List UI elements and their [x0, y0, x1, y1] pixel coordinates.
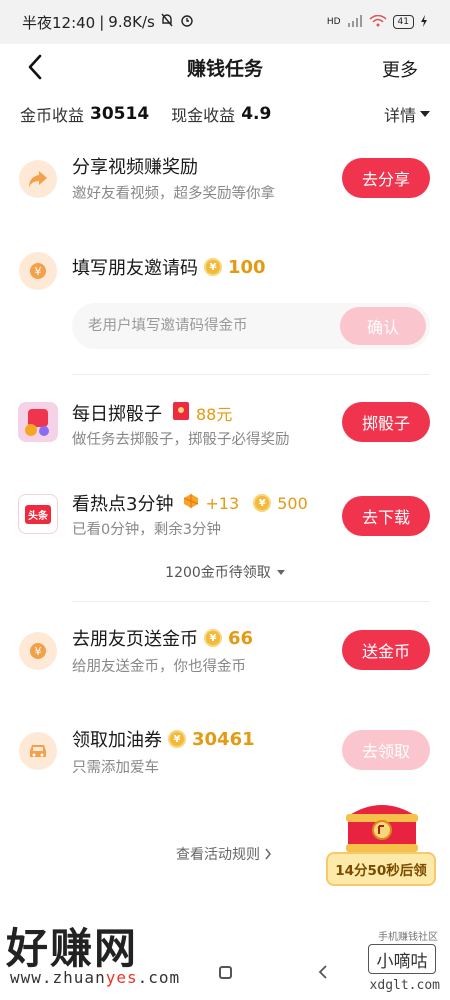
task-title: 领取加油券	[72, 730, 162, 751]
pending-coins-toggle[interactable]: 1200金币待领取	[0, 562, 450, 582]
cash-earnings-label: 现金收益	[171, 106, 236, 125]
watermark-right-url: xdglt.com	[369, 978, 440, 993]
task-dice: 每日掷骰子 88元 做任务去掷骰子，掷骰子必得奖励 掷骰子	[0, 398, 450, 458]
activity-rules-link[interactable]: 查看活动规则	[176, 844, 272, 864]
chevron-left-icon	[318, 965, 327, 979]
toutiao-icon-text: 头条	[25, 504, 51, 524]
send-coins-button[interactable]: 送金币	[342, 630, 430, 670]
bonus-amount: +13	[205, 493, 240, 513]
watermark-logo: 好赚网	[6, 924, 139, 973]
task-title: 填写朋友邀请码	[72, 258, 198, 279]
task-invite-code: ¥ 填写朋友邀请码 ¥ 100 确认	[0, 250, 450, 360]
task-fuel-coupon: 领取加油券 ¥ 30461 只需添加爱车 去领取	[0, 722, 450, 782]
watermark-url-part: .com	[137, 968, 181, 987]
pending-coins-label: 1200金币待领取	[165, 565, 271, 581]
divider	[72, 374, 430, 375]
system-back-button[interactable]	[318, 964, 328, 983]
coin-earnings-label: 金币收益	[20, 106, 85, 125]
status-bar: 半夜12:40 | 9.8K/s HD 41	[0, 0, 450, 44]
caret-down-icon	[276, 569, 285, 575]
confirm-button[interactable]: 确认	[340, 307, 426, 345]
task-subtitle: 已看0分钟，剩余3分钟	[72, 522, 221, 538]
nav-bar: 赚钱任务 更多	[0, 44, 450, 90]
task-subtitle: 做任务去掷骰子，掷骰子必得奖励	[72, 432, 290, 448]
bell-off-icon	[159, 12, 175, 32]
roll-dice-button[interactable]: 掷骰子	[342, 402, 430, 442]
task-title-row: 领取加油券 ¥ 30461	[72, 726, 255, 752]
task-title: 每日掷骰子	[72, 404, 162, 425]
watermark-url-part: www.zhuan	[10, 968, 106, 987]
watermark-url: www.zhuanyes.com	[10, 968, 180, 987]
details-dropdown[interactable]: 详情	[384, 102, 430, 126]
toutiao-app-icon: 头条	[18, 494, 58, 534]
details-label: 详情	[383, 106, 416, 125]
share-button[interactable]: 去分享	[342, 158, 430, 198]
network-label: HD	[326, 17, 341, 27]
home-button[interactable]	[219, 966, 232, 979]
chevron-right-icon	[265, 848, 271, 860]
treasure-chest-icon[interactable]	[332, 792, 432, 856]
task-share-video: 分享视频赚奖励 邀好友看视频，超多奖励等你拿 去分享	[0, 150, 450, 210]
task-subtitle: 只需添加爱车	[72, 760, 159, 776]
reward-amount: 100	[228, 256, 266, 278]
alarm-icon	[179, 12, 195, 32]
reward-amount: 88元	[196, 405, 233, 424]
battery-indicator: 41	[392, 15, 414, 29]
claim-coupon-button[interactable]: 去领取	[342, 730, 430, 770]
invite-code-box: 确认	[72, 303, 430, 349]
signal-icon	[347, 14, 363, 30]
chest-countdown: 14分50秒后领	[326, 852, 436, 886]
activity-rules-label: 查看活动规则	[176, 847, 260, 863]
coin-icon: ¥	[204, 258, 222, 276]
earnings-summary: 金币收益 30514 现金收益 4.9 详情	[20, 100, 430, 128]
status-speed: 9.8K/s	[108, 13, 155, 31]
gift-box-icon	[183, 493, 199, 514]
task-title-row: 看热点3分钟 +13 ¥ 500	[72, 490, 308, 516]
watermark-right-logo: 小嘀咕	[368, 944, 436, 974]
reward-amount: 500	[277, 493, 308, 513]
task-title: 去朋友页送金币	[72, 629, 198, 650]
status-separator: |	[99, 13, 105, 31]
dice-gift-icon	[18, 402, 58, 442]
back-button[interactable]	[20, 52, 50, 82]
task-title-row: 每日掷骰子 88元	[72, 400, 232, 426]
coin-icon: ¥	[253, 494, 272, 512]
coin-icon: ¥	[168, 730, 186, 748]
task-subtitle: 给朋友送金币，你也得金币	[72, 659, 246, 675]
caret-down-icon	[420, 111, 430, 117]
download-button[interactable]: 去下载	[342, 496, 430, 536]
share-icon	[19, 160, 57, 198]
car-icon	[19, 732, 57, 770]
task-title-row: 去朋友页送金币 ¥ 66	[72, 625, 253, 651]
coin-icon: ¥	[204, 629, 222, 647]
task-subtitle: 邀好友看视频，超多奖励等你拿	[72, 186, 275, 202]
charging-icon	[420, 14, 428, 30]
svg-text:¥: ¥	[35, 645, 42, 658]
wifi-icon	[369, 14, 387, 30]
task-title: 看热点3分钟	[72, 494, 174, 515]
red-envelope-icon	[172, 401, 190, 426]
yen-coin-icon: ¥	[19, 252, 57, 290]
more-button[interactable]: 更多	[382, 56, 418, 82]
divider	[72, 601, 430, 602]
task-title: 分享视频赚奖励	[72, 157, 198, 178]
task-title-row: 填写朋友邀请码 ¥ 100	[72, 254, 266, 280]
task-hot-news: 头条 看热点3分钟 +13 ¥ 500 已看0分钟，剩余3分钟 去下载 1200…	[0, 490, 450, 600]
cash-earnings-value: 4.9	[241, 104, 272, 124]
task-send-coins: ¥ 去朋友页送金币 ¥ 66 给朋友送金币，你也得金币 送金币	[0, 622, 450, 682]
watermark-url-part: yes	[105, 968, 138, 987]
status-time: 半夜12:40	[22, 13, 96, 32]
yen-coin-icon: ¥	[19, 632, 57, 670]
watermark-right-caption: 手机赚钱社区	[378, 932, 438, 943]
reward-amount: 30461	[192, 728, 255, 750]
invite-code-input[interactable]	[72, 303, 332, 349]
chevron-left-icon	[28, 54, 42, 80]
reward-amount: 66	[228, 627, 254, 649]
coin-earnings-value: 30514	[90, 104, 150, 124]
svg-text:¥: ¥	[35, 265, 42, 278]
